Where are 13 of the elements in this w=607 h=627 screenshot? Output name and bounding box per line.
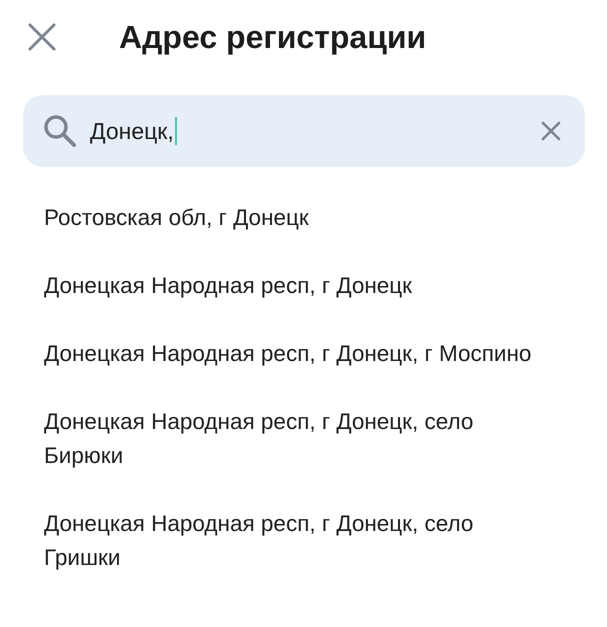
address-suggestion[interactable]: Ростовская обл, г Донецк <box>44 201 554 235</box>
address-suggestion[interactable]: Донецкая Народная респ, г Донецк <box>44 269 554 303</box>
address-suggestion[interactable]: Донецкая Народная респ, г Донецк, село Гришки <box>44 507 554 575</box>
search-icon <box>43 114 77 148</box>
address-suggestion[interactable]: Донецкая Народная респ, г Донецк, село Бирюки <box>44 405 554 473</box>
address-suggestion[interactable]: Донецкая Народная респ, г Донецк, г Моспино <box>44 337 554 371</box>
search-field[interactable]: Донецк, <box>23 95 585 167</box>
page-title: Адрес регистрации <box>119 18 426 56</box>
clear-icon <box>541 121 561 141</box>
clear-button[interactable] <box>541 121 561 141</box>
text-cursor <box>174 117 177 145</box>
close-icon <box>27 22 57 52</box>
close-button[interactable] <box>26 21 58 53</box>
